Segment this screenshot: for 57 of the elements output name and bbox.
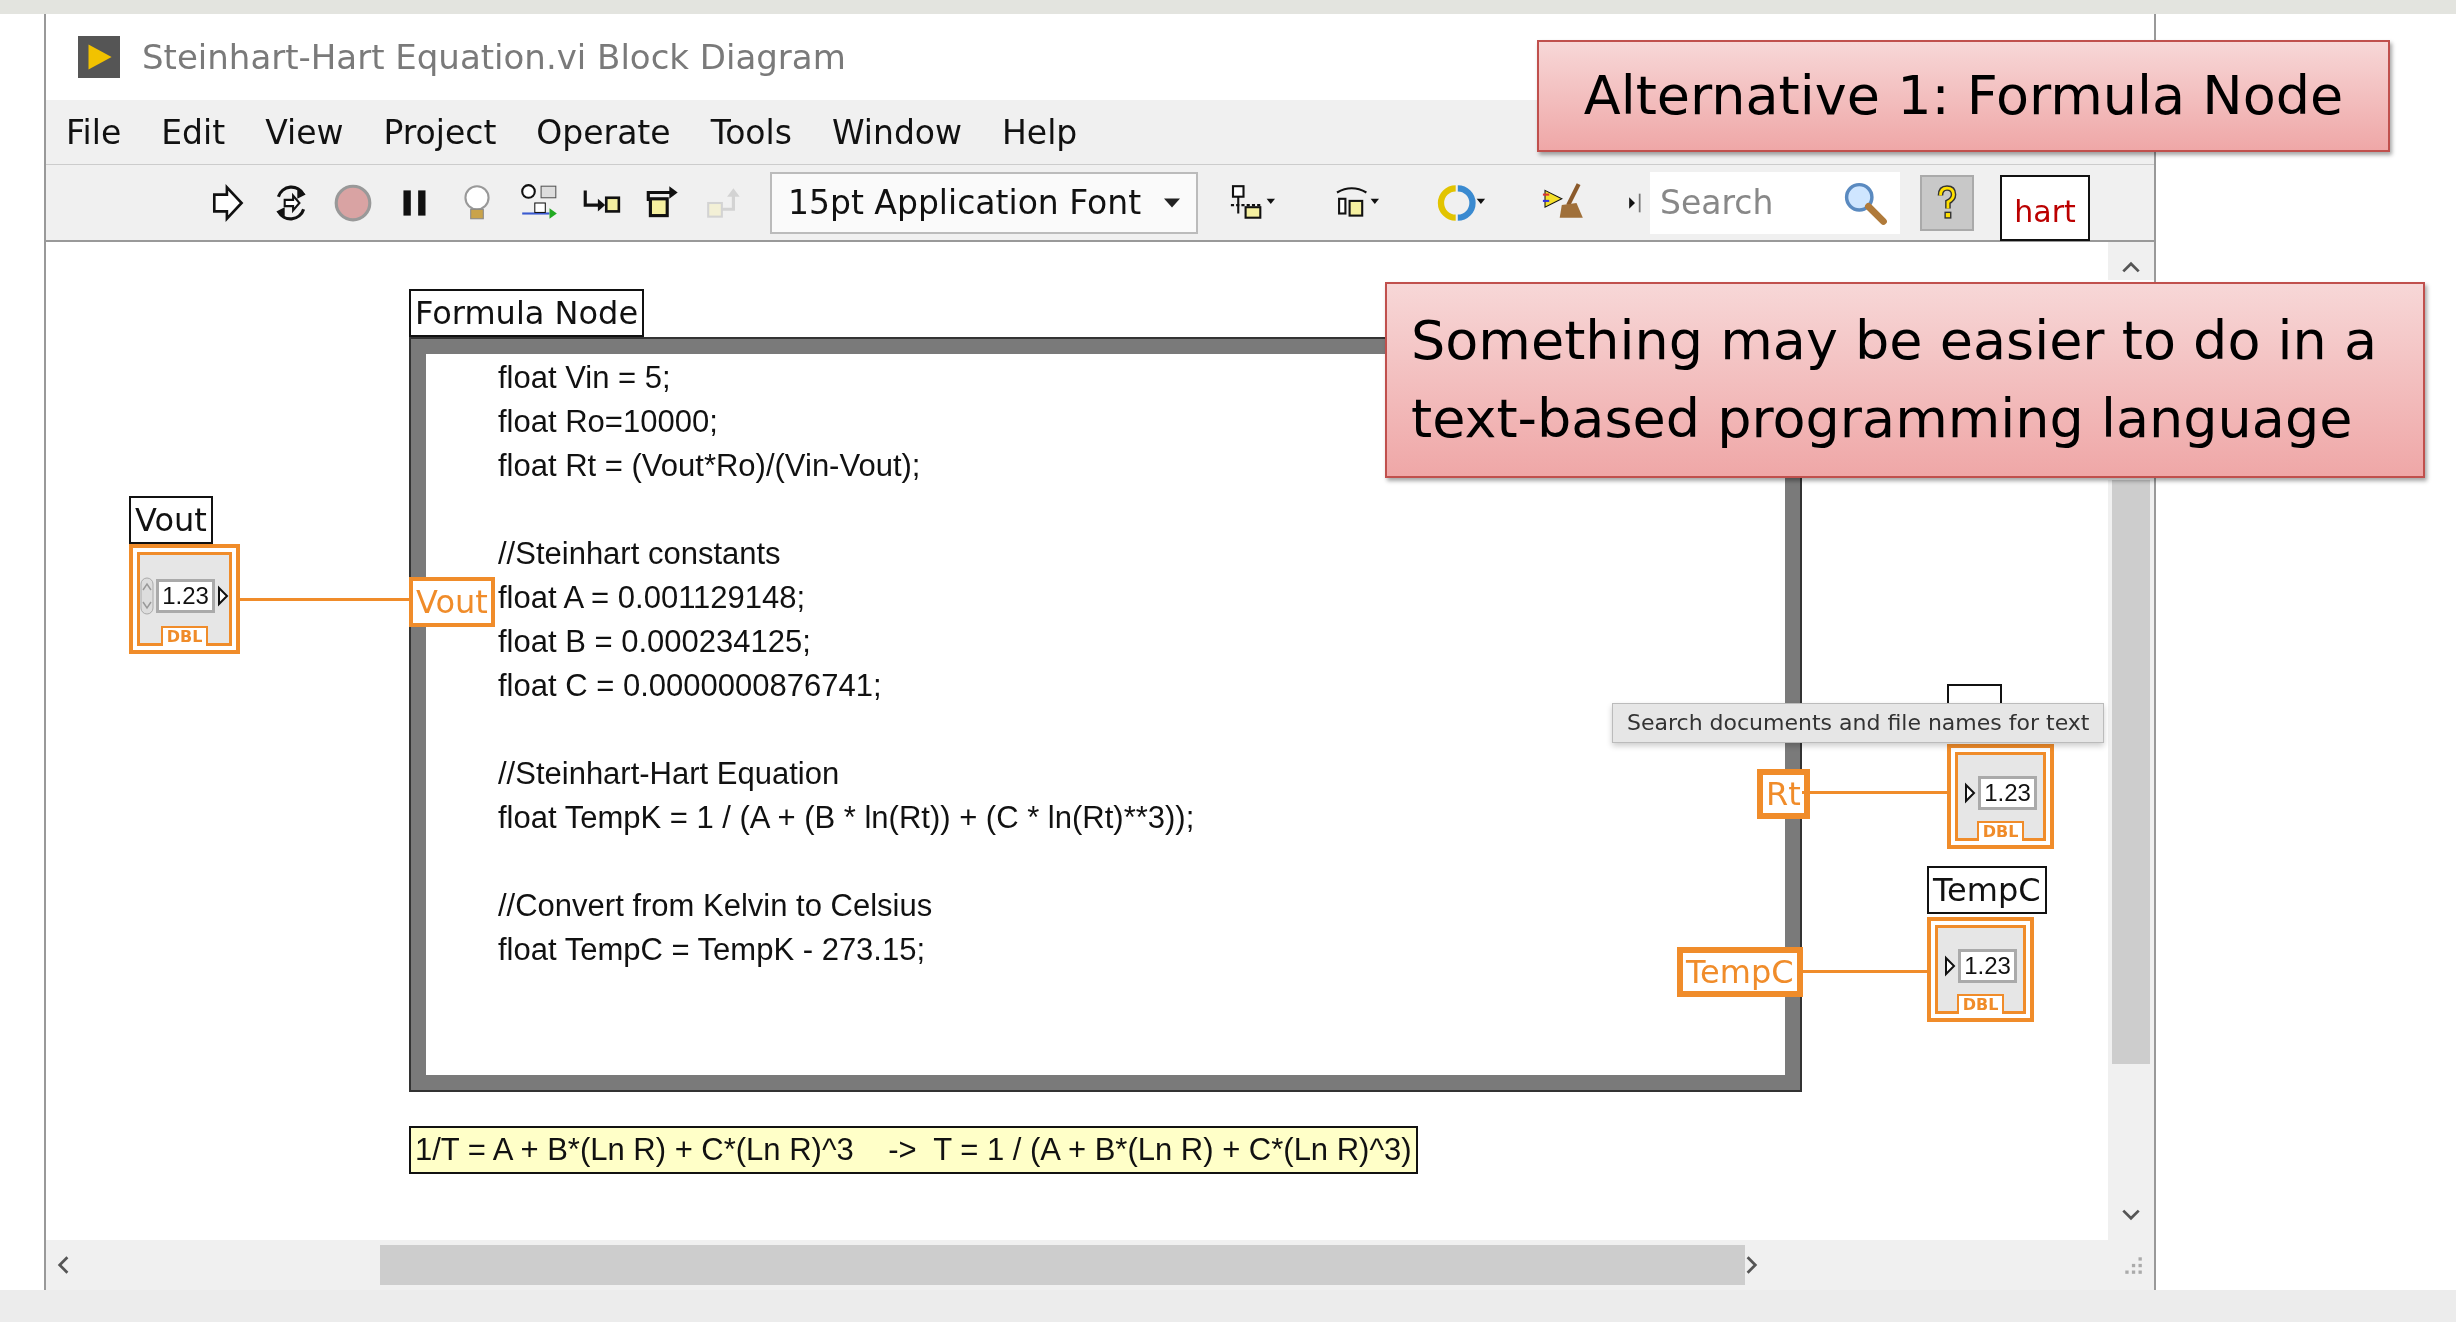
scroll-down-icon[interactable] [2120,1208,2142,1222]
code-line: float TempK = 1 / (A + (B * ln(Rt)) + (C * ln(Rt)**3)); [498,799,1195,837]
numeric-value: 1.23 [156,579,215,613]
scroll-right-icon[interactable] [1745,1254,1759,1276]
vi-icon[interactable]: hart [2000,174,2090,241]
code-line: float B = 0.000234125; [498,623,811,661]
callout-box: Something may be easier to do in a text-based programming language [1385,282,2425,478]
font-dropdown[interactable]: 15pt Application Font [770,171,1198,234]
scroll-up-button[interactable] [2108,242,2154,280]
menu-item[interactable]: Tools [710,112,792,152]
scroll-left-icon[interactable] [56,1254,70,1276]
data-type-label: DBL [1956,994,2005,1014]
menu-item[interactable]: Help [1002,112,1078,152]
search-button[interactable] [1830,171,1900,234]
output-arrow-icon [216,585,229,607]
code-line: float C = 0.0000000876741; [498,667,882,705]
code-line: //Steinhart-Hart Equation [498,755,840,793]
numeric-control[interactable]: 1.23 DBL [129,544,240,654]
increment-arrows-icon [140,576,155,616]
tooltip: Search documents and file names for text [1612,703,2105,743]
menu-item[interactable]: Window [831,112,963,152]
menu-item[interactable]: Operate [536,112,671,152]
numeric-indicator[interactable]: 1.23 DBL [1947,744,2054,849]
data-type-label: DBL [160,626,209,646]
app-icon [76,36,122,78]
callout-box: Alternative 1: Formula Node [1537,40,2390,152]
scroll-up-icon [2120,260,2142,274]
data-type-label: DBL [1976,821,2025,841]
numeric-indicator[interactable]: 1.23 DBL [1927,917,2034,1022]
scrollbar-thumb[interactable] [380,1245,1745,1285]
numeric-value: 1.23 [1978,776,2037,810]
window-title: Steinhart-Hart Equation.vi Block Diagram [142,37,846,77]
formula-node-label: Formula Node [409,289,645,337]
dropdown-caret-icon [1164,197,1180,208]
menu-item[interactable]: File [66,112,122,152]
menu-item[interactable]: View [265,112,344,152]
terminal-label: TempC [1927,866,2047,914]
menu-item[interactable]: Project [383,112,497,152]
help-button[interactable] [1920,174,1974,231]
code-line: //Convert from Kelvin to Celsius [498,887,933,925]
numeric-value: 1.23 [1958,949,2017,983]
search-field[interactable]: Search [1650,171,1830,234]
menu-item[interactable]: Edit [161,112,226,152]
input-arrow-icon [1964,782,1977,804]
code-line: float Vin = 5; [498,359,671,397]
horizontal-scrollbar[interactable] [46,1240,2154,1290]
code-line: //Steinhart constants [498,535,781,573]
input-arrow-icon [1944,955,1957,977]
code-line: float Ro=10000; [498,403,718,441]
code-line: float TempC = TempK - 273.15; [498,931,926,969]
comment-label: 1/T = A + B*(Ln R) + C*(Ln R)^3 -> T = 1 / (A + B*(Ln R) + C*(Ln R)^3) [409,1126,1418,1174]
code-line: float A = 0.001129148; [498,579,806,617]
terminal-label: Vout [129,496,213,544]
resize-grip-icon[interactable] [2122,1254,2144,1276]
vertical-scrollbar[interactable] [2108,480,2154,1240]
code-line: float Rt = (Vout*Ro)/(Vin-Vout); [498,447,921,485]
scrollbar-thumb[interactable] [2112,480,2150,1064]
